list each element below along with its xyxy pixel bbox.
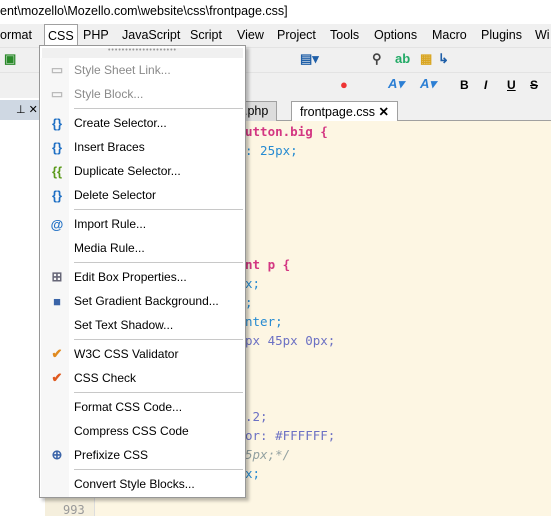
menu-item-css-check[interactable]: ✔ CSS Check	[40, 366, 245, 390]
code-line: 5px;*/	[245, 447, 291, 462]
menu-wi[interactable]: Wi	[535, 24, 550, 47]
menu-item-label: Duplicate Selector...	[74, 164, 181, 178]
font-style-icon[interactable]: A▾	[420, 76, 436, 92]
menu-item-label: Create Selector...	[74, 116, 167, 130]
menu-item-import-rule[interactable]: @ Import Rule...	[40, 212, 245, 236]
goto-icon[interactable]: ↳	[438, 51, 449, 67]
menu-item-format-css-code[interactable]: Format CSS Code...	[40, 395, 245, 419]
stylesheet-link-icon: ▭	[50, 62, 64, 77]
menu-item-insert-braces[interactable]: {} Insert Braces	[40, 135, 245, 159]
menu-item-media-rule[interactable]: Media Rule...	[40, 236, 245, 260]
menu-macro[interactable]: Macro	[432, 24, 467, 47]
menu-item-style-sheet-link: ▭ Style Sheet Link...	[40, 58, 245, 82]
close-tab-icon[interactable]: ✕	[379, 105, 389, 119]
css-validator-icon: ✔	[51, 346, 63, 361]
box-properties-icon: ⊞	[51, 269, 63, 284]
tab-frontpage-css[interactable]: frontpage.css ✕	[291, 101, 399, 121]
gradient-icon: ■	[53, 293, 61, 309]
menu-item-label: Edit Box Properties...	[74, 270, 187, 284]
save-icon[interactable]: ▣	[4, 51, 16, 67]
code-line: px 45px 0px;	[245, 333, 336, 348]
menu-php[interactable]: PHP	[83, 24, 109, 47]
menu-item-label: Set Text Shadow...	[74, 318, 174, 332]
menu-script[interactable]: Script	[190, 24, 222, 47]
style-block-icon: ▭	[50, 86, 64, 101]
menu-item-label: CSS Check	[74, 371, 137, 385]
code-line: utton.big {	[245, 124, 328, 139]
prefixize-icon: ⊕	[51, 447, 63, 462]
css-check-icon: ✔	[51, 370, 63, 385]
menu-item-label: Import Rule...	[74, 217, 147, 231]
tab-label: .php	[244, 104, 269, 118]
menu-item-label: W3C CSS Validator	[74, 347, 179, 361]
menu-item-set-gradient-background[interactable]: ■ Set Gradient Background...	[40, 289, 245, 313]
menu-item-prefixize-css[interactable]: ⊕ Prefixize CSS	[40, 443, 245, 467]
menu-ormat[interactable]: ormat	[0, 24, 32, 47]
menu-item-label: Style Sheet Link...	[74, 63, 171, 77]
menu-bar: ormat CSS PHP JavaScript Script View Project To…	[0, 24, 551, 47]
bold-icon[interactable]: B	[460, 78, 469, 92]
menu-item-create-selector[interactable]: {} Create Selector...	[40, 111, 245, 135]
menu-item-label: Prefixize CSS	[74, 448, 149, 462]
menu-item-set-text-shadow[interactable]: Set Text Shadow...	[40, 313, 245, 337]
menu-plugins[interactable]: Plugins	[481, 24, 522, 47]
menu-item-w3c-css-validator[interactable]: ✔ W3C CSS Validator	[40, 342, 245, 366]
code-line: : 25px;	[245, 143, 298, 158]
menu-tools[interactable]: Tools	[330, 24, 359, 47]
menu-item-label: Set Gradient Background...	[74, 294, 219, 308]
window-title: ent\mozello\Mozello.com\website\css\fron…	[0, 0, 551, 23]
css-menu: •••••••••••••••••••• ▭ Style Sheet Link..…	[39, 45, 246, 498]
strikethrough-icon[interactable]: S	[530, 78, 538, 92]
replace-icon[interactable]: ab	[395, 51, 410, 66]
menu-item-label: Convert Style Blocks...	[74, 477, 195, 491]
menu-options[interactable]: Options	[374, 24, 417, 47]
color-picker-icon[interactable]: ●	[340, 77, 348, 92]
underline-icon[interactable]: U	[507, 78, 516, 92]
pin-icon[interactable]: ⊥	[16, 104, 26, 116]
find-in-files-icon[interactable]: ▦	[420, 51, 432, 67]
menu-item-style-block: ▭ Style Block...	[40, 82, 245, 106]
menu-item-convert-style-blocks[interactable]: Convert Style Blocks...	[40, 472, 245, 496]
code-line: nt p {	[245, 257, 291, 272]
code-line: ;	[245, 295, 253, 310]
menu-item-label: Compress CSS Code	[74, 424, 189, 438]
menu-item-label: Style Block...	[74, 87, 144, 101]
close-panel-icon[interactable]: ✕	[29, 104, 38, 116]
code-line: or: #FFFFFF;	[245, 428, 336, 443]
code-line: x;	[245, 466, 261, 481]
delete-selector-icon: {}	[51, 187, 63, 203]
menu-item-edit-box-properties[interactable]: ⊞ Edit Box Properties...	[40, 265, 245, 289]
duplicate-selector-icon: {{	[51, 163, 63, 179]
line-number: 993	[63, 503, 85, 517]
layout-icon[interactable]: ▤▾	[300, 51, 319, 67]
create-selector-icon: {}	[51, 115, 63, 131]
menu-javascript[interactable]: JavaScript	[122, 24, 180, 47]
menu-item-label: Format CSS Code...	[74, 400, 183, 414]
code-line: x;	[245, 276, 261, 291]
at-icon: @	[50, 216, 64, 232]
tab-label: frontpage.css	[300, 105, 376, 119]
menu-project[interactable]: Project	[277, 24, 316, 47]
menu-view[interactable]: View	[237, 24, 264, 47]
font-icon[interactable]: A▾	[388, 76, 404, 92]
braces-icon: {}	[51, 139, 63, 155]
menu-item-label: Delete Selector	[74, 188, 157, 202]
code-line: nter;	[245, 314, 283, 329]
italic-icon[interactable]: I	[484, 78, 487, 92]
menu-tear-off-grip[interactable]: ••••••••••••••••••••	[42, 47, 243, 58]
code-line: .2;	[245, 409, 268, 424]
find-icon[interactable]: ⚲	[372, 51, 382, 67]
menu-item-label: Insert Braces	[74, 140, 145, 154]
menu-item-label: Media Rule...	[74, 241, 145, 255]
menu-item-delete-selector[interactable]: {} Delete Selector	[40, 183, 245, 207]
menu-item-compress-css-code[interactable]: Compress CSS Code	[40, 419, 245, 443]
menu-item-duplicate-selector[interactable]: {{ Duplicate Selector...	[40, 159, 245, 183]
menu-css[interactable]: CSS	[44, 24, 78, 47]
